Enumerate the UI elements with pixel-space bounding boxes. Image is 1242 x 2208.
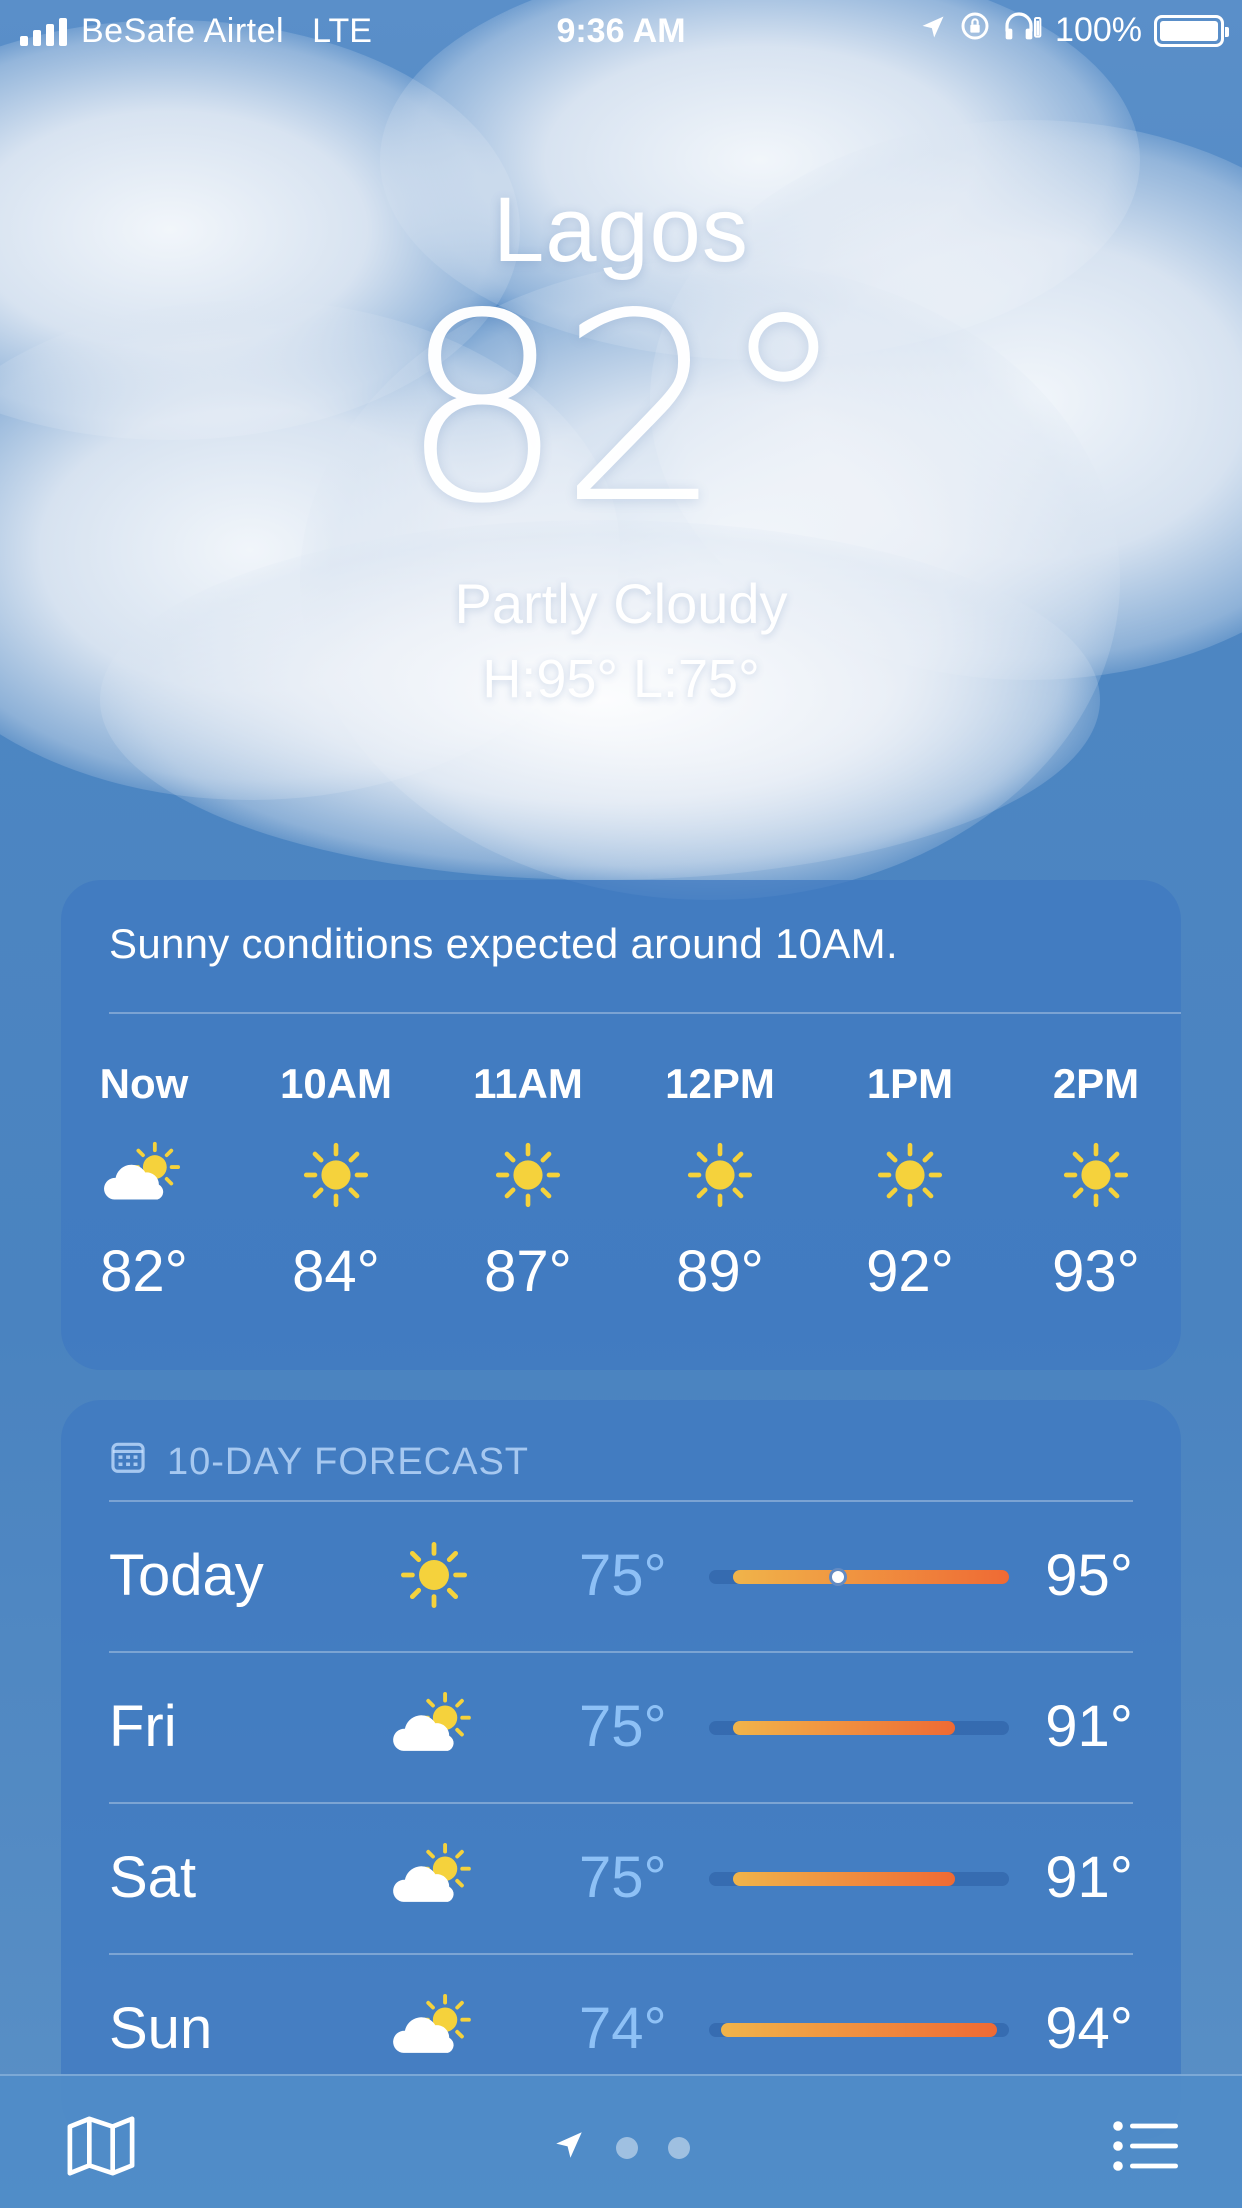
weather-condition: Partly Cloudy [454, 572, 788, 635]
sun-icon [241, 1120, 431, 1230]
divider [109, 1500, 1133, 1502]
current-temp-marker [829, 1568, 847, 1586]
divider [109, 1953, 1133, 1955]
list-icon [1112, 2121, 1180, 2176]
forecast-low: 75° [579, 1543, 667, 1608]
forecast-high: 91° [1045, 1845, 1133, 1910]
forecast-row[interactable]: Fri 75° 91° [109, 1651, 1133, 1801]
location-arrow-icon[interactable] [552, 2128, 586, 2167]
hour-label: 1PM [866, 1060, 954, 1107]
page-dot[interactable] [616, 2136, 638, 2159]
hour-label: 12PM [665, 1060, 775, 1107]
forecast-high: 94° [1045, 1996, 1133, 2061]
temperature-range-fill [733, 1872, 955, 1886]
ten-day-forecast-card[interactable]: 10-DAY FORECAST Today 75° 95° Fri 75° 91… [61, 1400, 1181, 2140]
temperature-range-fill [733, 1570, 1009, 1584]
hourly-item: 11AM 87° [433, 1060, 623, 1305]
temperature-range-fill [721, 2023, 997, 2037]
page-indicator[interactable] [0, 2128, 1242, 2167]
forecast-low: 74° [579, 1996, 667, 2061]
forecast-day: Today [109, 1543, 264, 1608]
status-right: 100% [919, 10, 1229, 51]
current-weather: Lagos 82° Partly Cloudy H:95° L:75° [0, 178, 1242, 710]
sun-icon [625, 1120, 815, 1230]
forecast-header: 10-DAY FORECAST [109, 1438, 529, 1486]
sun-icon [815, 1120, 1005, 1230]
divider [109, 1651, 1133, 1653]
status-bar: BeSafe Airtel LTE 9:36 AM 100% [0, 0, 1242, 64]
hourly-item: 12PM 89° [625, 1060, 815, 1305]
forecast-header-label: 10-DAY FORECAST [167, 1440, 530, 1483]
partly-cloudy-icon [379, 1978, 489, 2078]
hour-temperature: 87° [484, 1239, 572, 1304]
headphones-icon [1003, 10, 1043, 51]
page-dot[interactable] [668, 2136, 690, 2159]
sun-icon [1001, 1120, 1181, 1230]
hourly-item: 10AM 84° [241, 1060, 431, 1305]
forecast-day: Sat [109, 1845, 197, 1910]
current-temperature: 82° [399, 259, 849, 561]
hour-label: 2PM [1052, 1060, 1140, 1107]
temperature-range-bar [709, 1568, 1009, 1586]
partly-cloudy-icon [379, 1827, 489, 1927]
sun-icon [379, 1525, 489, 1625]
rotation-lock-icon [959, 10, 991, 51]
hour-label: Now [99, 1060, 189, 1107]
temperature-range-bar [709, 1872, 1009, 1886]
hourly-forecast-card[interactable]: Sunny conditions expected around 10AM. N… [61, 880, 1181, 1370]
temperature-range-fill [733, 1721, 955, 1735]
battery-percent: 100% [1055, 11, 1142, 49]
forecast-low: 75° [579, 1694, 667, 1759]
divider [109, 1012, 1181, 1014]
calendar-icon [109, 1438, 147, 1486]
city-list-button[interactable] [1112, 2120, 1180, 2177]
hourly-item: 1PM 92° [815, 1060, 1005, 1305]
forecast-high: 91° [1045, 1694, 1133, 1759]
forecast-high: 95° [1045, 1543, 1133, 1608]
partly-cloudy-icon [61, 1120, 239, 1230]
forecast-row[interactable]: Sat 75° 91° [109, 1802, 1133, 1952]
forecast-low: 75° [579, 1845, 667, 1910]
temperature-range-bar [709, 2023, 1009, 2037]
hour-temperature: 93° [1052, 1239, 1140, 1304]
sun-icon [433, 1120, 623, 1230]
battery-icon [1154, 14, 1229, 47]
map-icon [66, 2116, 136, 2182]
temperature-range-bar [709, 1721, 1009, 1735]
bottom-toolbar [0, 2074, 1242, 2208]
hour-temperature: 84° [292, 1239, 380, 1304]
hour-label: 11AM [473, 1060, 583, 1107]
hour-temperature: 82° [100, 1239, 188, 1304]
hourly-summary: Sunny conditions expected around 10AM. [109, 920, 898, 967]
divider [109, 1802, 1133, 1804]
hourly-item: 2PM 93° [1001, 1060, 1181, 1305]
forecast-day: Fri [109, 1694, 177, 1759]
hour-temperature: 89° [676, 1239, 764, 1304]
hour-temperature: 92° [866, 1239, 954, 1304]
high-low-temperature: H:95° L:75° [482, 649, 760, 709]
hourly-item: Now 82° [61, 1060, 239, 1305]
forecast-row[interactable]: Today 75° 95° [109, 1500, 1133, 1650]
partly-cloudy-icon [379, 1676, 489, 1776]
forecast-day: Sun [109, 1996, 213, 2061]
hour-label: 10AM [279, 1060, 393, 1107]
location-services-icon [919, 11, 947, 50]
